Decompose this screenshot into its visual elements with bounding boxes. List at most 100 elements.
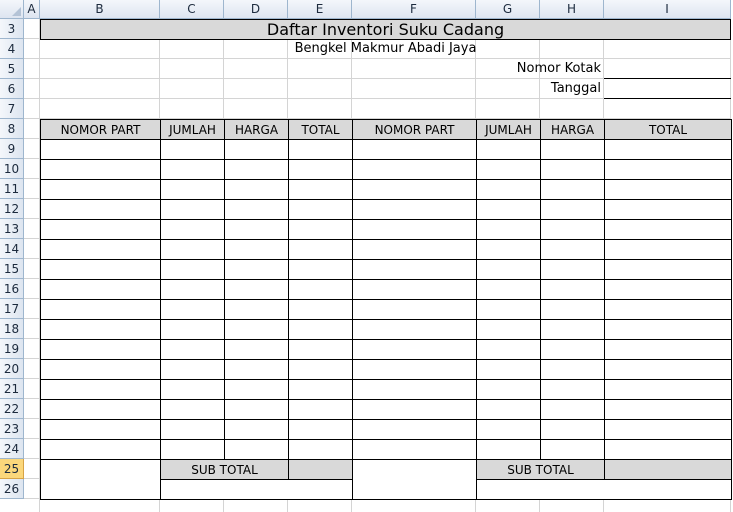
column-header-g[interactable]: G (476, 0, 540, 19)
row-header-5[interactable]: 5 (0, 59, 24, 79)
row-header-12[interactable]: 12 (0, 199, 24, 219)
table-cell[interactable] (476, 259, 541, 280)
table-cell[interactable] (352, 239, 477, 260)
table-cell[interactable] (224, 259, 289, 280)
table-cell[interactable] (40, 239, 161, 260)
table-cell[interactable] (288, 219, 353, 240)
table-cell[interactable] (224, 399, 289, 420)
table-cell[interactable] (160, 139, 225, 160)
table-cell[interactable] (352, 179, 477, 200)
table-cell[interactable] (40, 419, 161, 440)
table-cell[interactable] (476, 439, 541, 460)
table-cell[interactable] (604, 279, 732, 300)
table-cell[interactable] (288, 399, 353, 420)
table-cell[interactable] (476, 379, 541, 400)
table-cell[interactable] (540, 199, 605, 220)
row-header-10[interactable]: 10 (0, 159, 24, 179)
table-cell[interactable] (604, 439, 732, 460)
table-cell[interactable] (476, 139, 541, 160)
table-cell[interactable] (352, 439, 477, 460)
row-header-23[interactable]: 23 (0, 419, 24, 439)
table-cell[interactable] (540, 339, 605, 360)
column-header-b[interactable]: B (40, 0, 160, 19)
subtotal-left-label[interactable]: SUB TOTAL (160, 459, 289, 480)
table-cell[interactable] (540, 239, 605, 260)
table-cell[interactable] (540, 139, 605, 160)
table-cell[interactable] (604, 359, 732, 380)
table-cell[interactable] (476, 399, 541, 420)
table-cell[interactable] (476, 239, 541, 260)
table-cell[interactable] (224, 199, 289, 220)
table-cell[interactable] (352, 419, 477, 440)
table-cell[interactable] (288, 439, 353, 460)
row-header-21[interactable]: 21 (0, 379, 24, 399)
column-header-f[interactable]: F (352, 0, 476, 19)
column-header-c[interactable]: C (160, 0, 224, 19)
table-cell[interactable] (352, 359, 477, 380)
select-all-button[interactable] (0, 0, 24, 19)
table-cell[interactable] (352, 139, 477, 160)
table-header-cell[interactable]: JUMLAH (160, 119, 225, 140)
subtotal-right-label[interactable]: SUB TOTAL (476, 459, 605, 480)
table-cell[interactable] (352, 159, 477, 180)
table-cell[interactable] (288, 139, 353, 160)
table-cell[interactable] (224, 359, 289, 380)
row-header-15[interactable]: 15 (0, 259, 24, 279)
row-header-22[interactable]: 22 (0, 399, 24, 419)
table-cell[interactable] (160, 279, 225, 300)
table-cell[interactable] (160, 379, 225, 400)
table-cell[interactable] (224, 239, 289, 260)
table-cell[interactable] (288, 379, 353, 400)
table-cell[interactable] (476, 299, 541, 320)
table-cell[interactable] (540, 399, 605, 420)
table-cell[interactable] (224, 139, 289, 160)
table-cell[interactable] (288, 299, 353, 320)
column-header-a[interactable]: A (24, 0, 40, 19)
subtotal-right-value[interactable] (604, 459, 732, 480)
table-cell[interactable] (40, 319, 161, 340)
row-header-7[interactable]: 7 (0, 99, 24, 119)
table-cell[interactable] (604, 339, 732, 360)
tanggal-field[interactable] (604, 79, 731, 99)
table-cell[interactable] (604, 179, 732, 200)
table-cell[interactable] (288, 179, 353, 200)
table-header-cell[interactable]: HARGA (224, 119, 289, 140)
subtotal-right-spacer[interactable] (352, 459, 477, 500)
row-header-26[interactable]: 26 (0, 479, 24, 499)
table-cell[interactable] (352, 199, 477, 220)
table-cell[interactable] (476, 199, 541, 220)
table-cell[interactable] (476, 179, 541, 200)
row-header-18[interactable]: 18 (0, 319, 24, 339)
table-header-cell[interactable]: TOTAL (288, 119, 353, 140)
row-header-6[interactable]: 6 (0, 79, 24, 99)
table-cell[interactable] (288, 259, 353, 280)
table-cell[interactable] (352, 299, 477, 320)
table-cell[interactable] (352, 339, 477, 360)
table-cell[interactable] (40, 299, 161, 320)
table-header-cell[interactable]: HARGA (540, 119, 605, 140)
table-cell[interactable] (288, 339, 353, 360)
table-cell[interactable] (604, 319, 732, 340)
table-cell[interactable] (604, 219, 732, 240)
table-cell[interactable] (476, 279, 541, 300)
table-cell[interactable] (540, 279, 605, 300)
table-cell[interactable] (604, 299, 732, 320)
table-cell[interactable] (476, 319, 541, 340)
nomor-kotak-field[interactable] (604, 59, 731, 79)
table-cell[interactable] (604, 419, 732, 440)
row-header-16[interactable]: 16 (0, 279, 24, 299)
table-cell[interactable] (476, 419, 541, 440)
row-header-24[interactable]: 24 (0, 439, 24, 459)
table-cell[interactable] (352, 259, 477, 280)
table-header-cell[interactable]: NOMOR PART (352, 119, 477, 140)
row-header-3[interactable]: 3 (0, 19, 24, 39)
table-cell[interactable] (352, 319, 477, 340)
subtotal-left-spacer[interactable] (40, 459, 161, 500)
table-cell[interactable] (604, 239, 732, 260)
table-cell[interactable] (288, 159, 353, 180)
table-cell[interactable] (224, 319, 289, 340)
table-cell[interactable] (40, 199, 161, 220)
table-cell[interactable] (288, 359, 353, 380)
table-cell[interactable] (224, 379, 289, 400)
row-header-13[interactable]: 13 (0, 219, 24, 239)
